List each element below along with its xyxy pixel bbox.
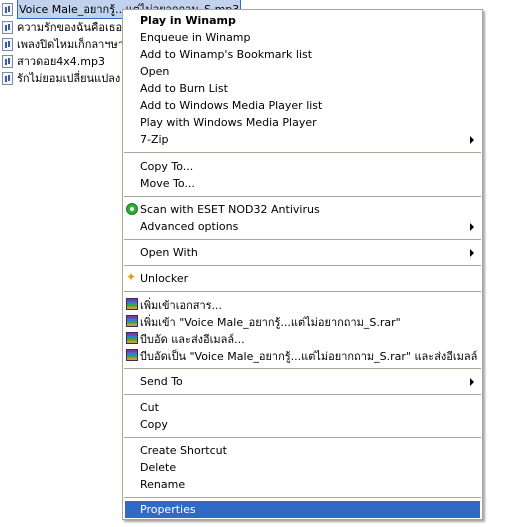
menu-delete[interactable]: Delete <box>125 459 480 476</box>
menu-label: บีบอัด และส่งอีเมลล์... <box>140 332 245 346</box>
unlocker-wand-icon <box>126 270 138 284</box>
menu-create-shortcut[interactable]: Create Shortcut <box>125 442 480 459</box>
winrar-icon <box>126 315 138 327</box>
menu-add-to-wmp-list[interactable]: Add to Windows Media Player list <box>125 97 480 114</box>
submenu-arrow-icon <box>470 378 474 386</box>
menu-label: Play in Winamp <box>140 14 236 27</box>
menu-7zip[interactable]: 7-Zip <box>125 131 480 148</box>
menu-copy[interactable]: Copy <box>125 416 480 433</box>
winrar-icon <box>126 332 138 344</box>
menu-open-with[interactable]: Open With <box>125 244 480 261</box>
audio-file-icon <box>2 71 13 85</box>
menu-label: Create Shortcut <box>140 444 227 457</box>
menu-label: Enqueue in Winamp <box>140 31 251 44</box>
menu-properties[interactable]: Properties <box>125 501 480 518</box>
menu-separator <box>124 394 481 395</box>
menu-separator <box>124 239 481 240</box>
menu-label: Add to Winamp's Bookmark list <box>140 48 313 61</box>
menu-label: Play with Windows Media Player <box>140 116 317 129</box>
menu-separator <box>124 196 481 197</box>
winrar-icon <box>126 349 138 361</box>
menu-label: Copy <box>140 418 168 431</box>
menu-label: เพิ่มเข้าเอกสาร... <box>140 298 223 312</box>
audio-file-icon <box>2 2 13 16</box>
file-name: สาวดอย4x4.mp3 <box>17 55 105 68</box>
menu-play-with-wmp[interactable]: Play with Windows Media Player <box>125 114 480 131</box>
audio-file-icon <box>2 37 13 51</box>
submenu-arrow-icon <box>470 249 474 257</box>
menu-label: Advanced options <box>140 220 239 233</box>
menu-copy-to[interactable]: Copy To... <box>125 158 480 175</box>
menu-add-to-burn-list[interactable]: Add to Burn List <box>125 80 480 97</box>
menu-rar-compress-email[interactable]: บีบอัด และส่งอีเมลล์... <box>125 330 480 347</box>
menu-rename[interactable]: Rename <box>125 476 480 493</box>
menu-label: Unlocker <box>140 272 189 285</box>
menu-send-to[interactable]: Send To <box>125 373 480 390</box>
menu-rar-add-to-archive[interactable]: เพิ่มเข้าเอกสาร... <box>125 296 480 313</box>
menu-add-winamp-bookmark[interactable]: Add to Winamp's Bookmark list <box>125 46 480 63</box>
menu-separator <box>124 265 481 266</box>
menu-label: Move To... <box>140 177 195 190</box>
menu-label: Scan with ESET NOD32 Antivirus <box>140 203 320 216</box>
menu-label: Cut <box>140 401 159 414</box>
menu-separator <box>124 437 481 438</box>
menu-label: เพิ่มเข้า "Voice Male_อยากรู้...แต่ไม่อย… <box>140 315 401 329</box>
menu-label: Open With <box>140 246 198 259</box>
menu-open[interactable]: Open <box>125 63 480 80</box>
file-name: ความรักของฉันคือเธอ <box>17 21 123 34</box>
menu-unlocker[interactable]: Unlocker <box>125 270 480 287</box>
menu-scan-eset[interactable]: Scan with ESET NOD32 Antivirus <box>125 201 480 218</box>
context-menu: Play in Winamp Enqueue in Winamp Add to … <box>122 9 483 520</box>
menu-cut[interactable]: Cut <box>125 399 480 416</box>
menu-label: Copy To... <box>140 160 194 173</box>
submenu-arrow-icon <box>470 136 474 144</box>
menu-separator <box>124 497 481 498</box>
menu-label: Add to Burn List <box>140 82 228 95</box>
menu-rar-compress-named-email[interactable]: บีบอัดเป็น "Voice Male_อยากรู้...แต่ไม่อ… <box>125 347 480 364</box>
file-name: รักไม่ยอมเปลี่ยนแปลง <box>17 72 121 85</box>
audio-file-icon <box>2 20 13 34</box>
submenu-arrow-icon <box>470 223 474 231</box>
menu-label: 7-Zip <box>140 133 169 146</box>
menu-enqueue-winamp[interactable]: Enqueue in Winamp <box>125 29 480 46</box>
menu-play-in-winamp[interactable]: Play in Winamp <box>125 12 480 29</box>
menu-label: Delete <box>140 461 177 474</box>
menu-label: Rename <box>140 478 186 491</box>
winrar-icon <box>126 298 138 310</box>
file-name: เพลงปิดไหมเก็กลาฯษาย <box>17 38 131 51</box>
audio-file-icon <box>2 54 13 68</box>
menu-advanced-options[interactable]: Advanced options <box>125 218 480 235</box>
menu-label: Open <box>140 65 170 78</box>
menu-label: Send To <box>140 375 183 388</box>
menu-label: Add to Windows Media Player list <box>140 99 323 112</box>
menu-label: Properties <box>140 503 196 516</box>
menu-separator <box>124 368 481 369</box>
menu-separator <box>124 152 481 153</box>
eset-antivirus-icon <box>126 203 138 215</box>
menu-label: บีบอัดเป็น "Voice Male_อยากรู้...แต่ไม่อ… <box>140 349 478 363</box>
menu-move-to[interactable]: Move To... <box>125 175 480 192</box>
menu-rar-add-named[interactable]: เพิ่มเข้า "Voice Male_อยากรู้...แต่ไม่อย… <box>125 313 480 330</box>
menu-separator <box>124 291 481 292</box>
